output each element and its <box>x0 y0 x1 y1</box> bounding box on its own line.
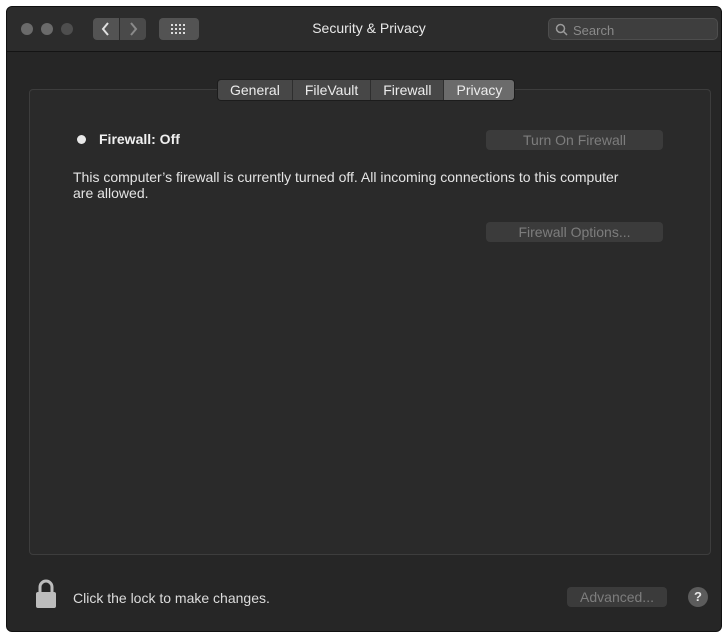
advanced-button[interactable]: Advanced... <box>567 587 667 607</box>
lock-button[interactable] <box>35 579 57 614</box>
close-window-button[interactable] <box>21 23 33 35</box>
tab-bar: General FileVault Firewall Privacy <box>217 79 516 101</box>
tab-privacy[interactable]: Privacy <box>444 80 515 100</box>
firewall-options-button[interactable]: Firewall Options... <box>486 222 663 242</box>
chevron-left-icon <box>101 22 109 36</box>
turn-on-firewall-button[interactable]: Turn On Firewall <box>486 130 663 150</box>
lock-icon <box>36 579 56 608</box>
minimize-window-button[interactable] <box>41 23 53 35</box>
back-button[interactable] <box>93 18 119 40</box>
zoom-window-button[interactable] <box>61 23 73 35</box>
tab-filevault[interactable]: FileVault <box>292 80 372 100</box>
security-privacy-window: Security & Privacy General FileVault Fir… <box>6 6 722 632</box>
magnifier-icon <box>555 23 568 36</box>
firewall-description: This computer’s firewall is currently tu… <box>73 169 619 201</box>
forward-button[interactable] <box>120 18 146 40</box>
lock-instruction-text: Click the lock to make changes. <box>73 590 270 606</box>
tab-firewall[interactable]: Firewall <box>371 80 445 100</box>
grid-icon <box>171 24 185 34</box>
search-input[interactable] <box>571 20 715 40</box>
firewall-status-label: Firewall: Off <box>99 131 180 147</box>
show-all-button[interactable] <box>159 18 199 40</box>
help-button[interactable]: ? <box>688 587 708 607</box>
tab-general[interactable]: General <box>218 80 293 100</box>
status-indicator <box>77 135 86 144</box>
search-field[interactable] <box>548 18 718 40</box>
content-panel <box>29 89 711 555</box>
title-bar: Security & Privacy <box>7 7 721 52</box>
chevron-right-icon <box>130 22 138 36</box>
window-title: Security & Privacy <box>312 20 426 36</box>
